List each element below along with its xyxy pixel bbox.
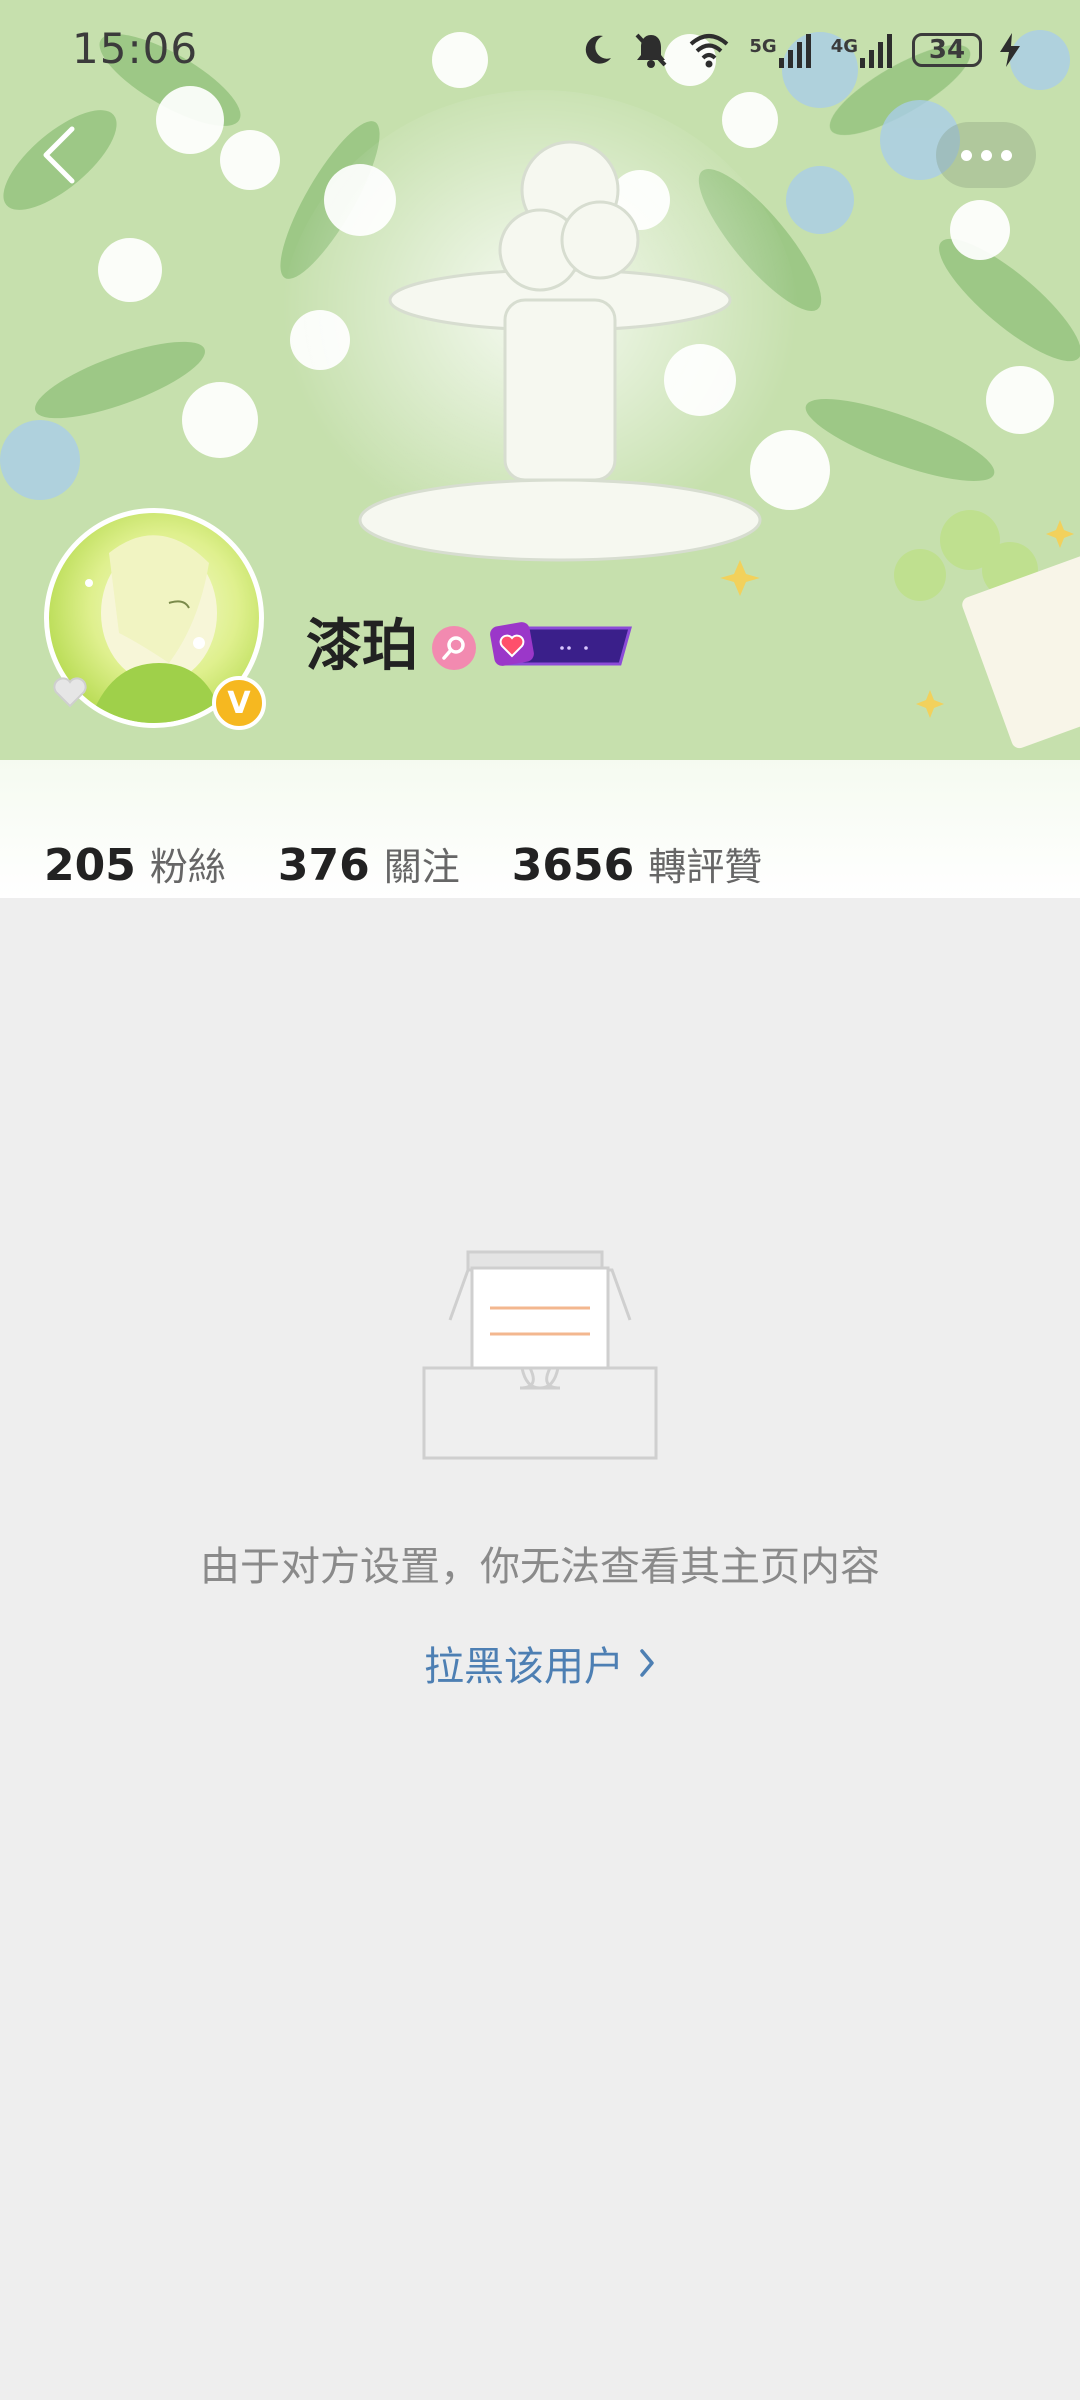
profile-name: 漆珀	[306, 614, 418, 679]
female-icon	[432, 626, 476, 670]
stat-label: 關注	[383, 845, 460, 889]
block-user-label: 拉黑该用户	[424, 1644, 624, 1690]
signal-5g-icon: 5G	[749, 32, 812, 68]
heart-badge-icon	[490, 622, 632, 666]
status-time: 15:06	[72, 24, 199, 73]
status-bar: 15:06 5G 4G 34	[0, 0, 1080, 100]
stat-following[interactable]: 376 關注	[278, 836, 460, 891]
battery-icon: 34	[912, 33, 982, 67]
privacy-message: 由于对方设置，你无法查看其主页内容	[200, 1544, 880, 1590]
profile-stats: 205 粉絲 376 關注 3656 轉評贊	[44, 836, 814, 891]
stat-label: 轉評贊	[648, 845, 763, 889]
block-user-row: 拉黑该用户	[0, 1634, 1080, 1692]
moon-icon	[579, 32, 615, 68]
more-button[interactable]	[936, 122, 1036, 188]
more-dot	[1000, 149, 1012, 161]
status-icons: 5G 4G 34	[579, 24, 1020, 76]
block-user-link[interactable]: 拉黑该用户	[424, 1634, 656, 1692]
more-dot	[980, 149, 992, 161]
battery-level: 34	[912, 33, 982, 67]
empty-state: 由于对方设置，你无法查看其主页内容 拉黑该用户	[0, 898, 1080, 2400]
empty-inbox-icon	[422, 1250, 658, 1460]
heart-icon	[52, 674, 88, 710]
more-dots-icon	[960, 149, 972, 161]
stat-followers[interactable]: 205 粉絲	[44, 836, 226, 891]
verified-badge: V	[212, 676, 266, 730]
chevron-right-icon	[638, 1647, 656, 1679]
signal-5g-label: 5G	[749, 36, 777, 57]
wifi-icon	[687, 32, 731, 68]
stat-interactions[interactable]: 3656 轉評贊	[512, 836, 762, 891]
back-button[interactable]	[30, 118, 90, 192]
fan-badge[interactable]	[490, 620, 634, 670]
bell-muted-icon	[633, 31, 669, 69]
signal-4g-label: 4G	[830, 36, 858, 57]
chevron-left-icon	[43, 126, 75, 184]
stat-value: 376	[277, 840, 370, 891]
stat-value: 205	[44, 840, 136, 891]
stat-value: 3656	[511, 840, 635, 891]
charging-icon	[1000, 33, 1020, 67]
profile-header: 15:06 5G 4G 34 V 漆珀 205 粉絲 376 關注 3656 轉…	[0, 0, 1080, 898]
signal-4g-icon: 4G	[831, 32, 894, 68]
stat-label: 粉絲	[149, 845, 226, 889]
